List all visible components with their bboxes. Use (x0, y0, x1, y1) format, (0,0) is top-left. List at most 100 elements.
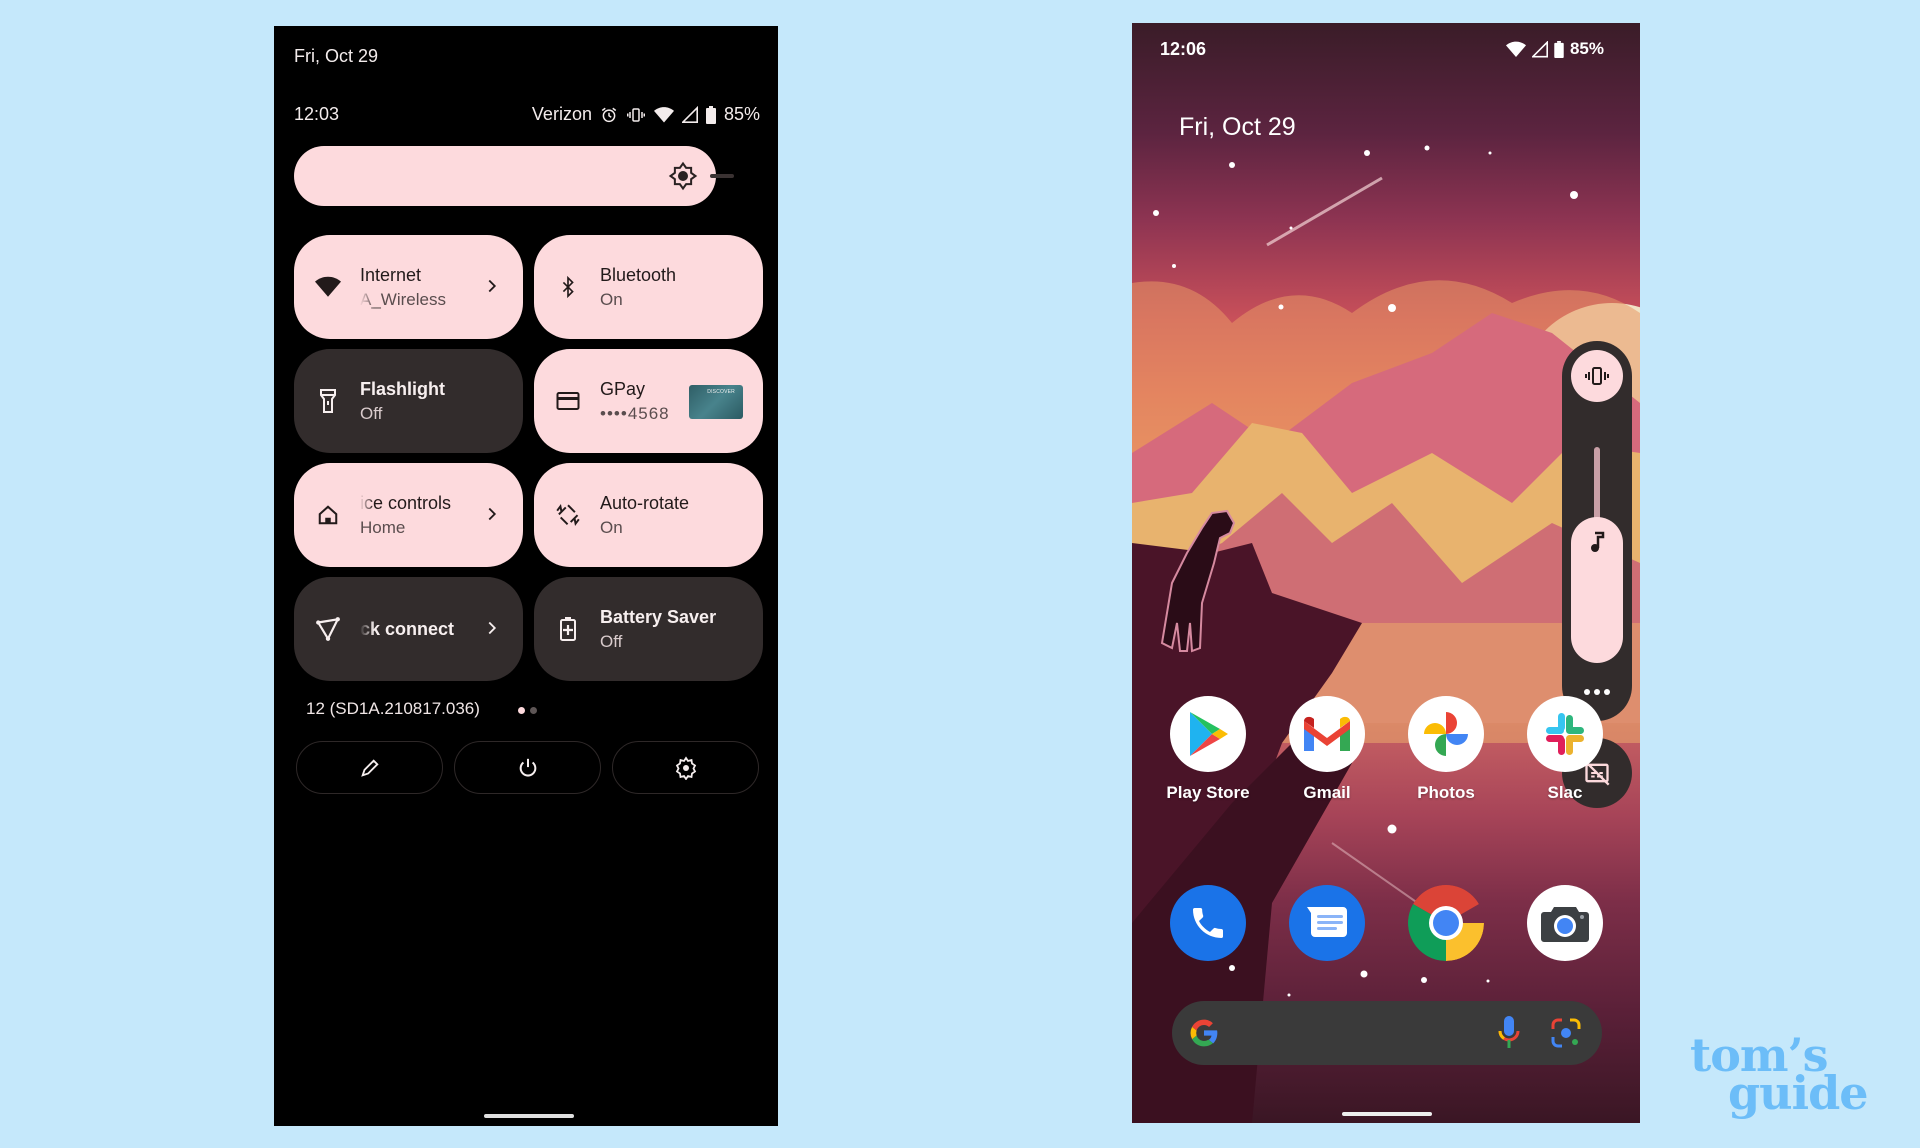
app-slack[interactable]: Slac (1527, 696, 1603, 803)
tile-sub: On (600, 517, 623, 537)
vibrate-icon (1585, 367, 1609, 385)
at-a-glance-date[interactable]: Fri, Oct 29 (1179, 113, 1296, 142)
tile-quick-connect[interactable]: ck connect (294, 577, 523, 681)
tile-label: ice controls (360, 492, 452, 513)
page-dot-2 (530, 707, 537, 714)
brightness-icon (668, 161, 698, 191)
app-label: Slac (1547, 783, 1583, 802)
gesture-nav-handle[interactable] (484, 1114, 574, 1118)
gesture-nav-handle[interactable] (1342, 1112, 1432, 1116)
chevron-right-icon (488, 507, 497, 521)
tile-bluetooth[interactable]: Bluetooth On (534, 235, 763, 339)
tile-label: Flashlight (360, 378, 445, 399)
app-chrome[interactable] (1408, 885, 1484, 961)
play-store-icon (1170, 696, 1246, 772)
home-icon (314, 501, 342, 529)
page-dot-1 (518, 707, 525, 714)
qs-footer (296, 741, 759, 794)
battery-icon (1554, 40, 1564, 58)
toms-guide-logo: tom’s guide (1690, 1032, 1890, 1120)
media-volume-slider[interactable] (1571, 517, 1623, 663)
qs-status-bar: Verizon 85% (532, 104, 760, 125)
tile-label: GPay (600, 378, 646, 399)
tile-label: ck connect (360, 618, 455, 639)
photos-icon (1408, 696, 1484, 772)
cellular-signal-icon (681, 105, 698, 123)
power-icon (519, 758, 536, 776)
settings-icon (675, 755, 696, 780)
home-status-time: 12:06 (1160, 39, 1207, 59)
app-label: Photos (1417, 783, 1475, 802)
google-lens-icon[interactable] (1550, 1017, 1582, 1049)
tile-label: Internet (360, 264, 422, 285)
wifi-icon (314, 273, 342, 301)
dock (1170, 885, 1603, 961)
chevron-right-icon (488, 279, 497, 293)
flashlight-icon (314, 387, 342, 415)
edit-button[interactable] (296, 741, 443, 794)
brightness-track-remainder (710, 174, 734, 178)
cellular-signal-icon (1531, 40, 1548, 57)
qs-date: Fri, Oct 29 (294, 46, 379, 66)
tile-label: Bluetooth (600, 264, 677, 285)
gmail-icon (1289, 696, 1365, 772)
volume-panel (1562, 341, 1632, 721)
app-play-store[interactable]: Play Store (1166, 696, 1250, 803)
card-mask: •••• (600, 403, 628, 423)
logo-line2: guide (1728, 1066, 1869, 1120)
build-number[interactable]: 12 (SD1A.210817.036) (306, 699, 480, 719)
chrome-icon (1408, 885, 1484, 961)
wallpaper-meteor (1266, 176, 1383, 247)
app-phone[interactable] (1170, 885, 1246, 961)
tile-gpay[interactable]: GPay ••••4568 DISCOVER (534, 349, 763, 453)
card-last4: 4568 (627, 403, 670, 423)
quick-settings-tiles: Internet A_Wireless Bluetooth On Flashligh… (294, 235, 764, 681)
ringer-mode-button[interactable] (1571, 350, 1623, 402)
app-camera[interactable] (1527, 885, 1603, 961)
quick-settings-screen: Fri, Oct 29 12:03 Verizon 85% Internet A_… (274, 26, 778, 1126)
phone-icon (1170, 885, 1246, 961)
wifi-icon (653, 106, 674, 122)
vibrate-icon (626, 107, 645, 122)
brightness-slider[interactable] (294, 146, 716, 206)
battery-saver-icon (554, 615, 582, 643)
battery-icon (705, 105, 716, 124)
settings-button[interactable] (612, 741, 759, 794)
tile-label: Auto-rotate (600, 492, 690, 513)
home-screen: 12:06 85% Fri, Oct 29 Play Store Gmail P… (1132, 23, 1640, 1123)
tile-internet[interactable]: Internet A_Wireless (294, 235, 523, 339)
music-note-icon (1591, 531, 1605, 552)
power-button[interactable] (454, 741, 601, 794)
tile-label: Battery Saver (600, 606, 717, 627)
app-photos[interactable]: Photos (1408, 696, 1484, 803)
card-thumbnail: DISCOVER (689, 385, 743, 419)
google-g-icon (1190, 1019, 1218, 1047)
battery-percent: 85% (723, 104, 760, 124)
edit-icon (360, 758, 379, 777)
tile-battery-saver[interactable]: Battery Saver Off (534, 577, 763, 681)
app-messages[interactable] (1289, 885, 1365, 961)
auto-rotate-icon (554, 501, 582, 529)
tile-sub: On (600, 289, 623, 309)
tile-sub: A_Wireless (360, 289, 446, 309)
bluetooth-icon (554, 273, 582, 301)
camera-icon (1527, 885, 1603, 961)
tile-flashlight[interactable]: Flashlight Off (294, 349, 523, 453)
app-label: Play Store (1166, 783, 1250, 802)
card-brand: DISCOVER (707, 389, 735, 395)
microphone-icon[interactable] (1498, 1015, 1520, 1051)
qs-time: 12:03 (294, 104, 340, 124)
tile-sub: Home (360, 517, 406, 537)
google-search-bar[interactable] (1172, 1001, 1602, 1065)
battery-percent: 85% (1569, 39, 1604, 58)
tile-device-controls[interactable]: ice controls Home (294, 463, 523, 567)
slack-icon (1527, 696, 1603, 772)
app-gmail[interactable]: Gmail (1289, 696, 1365, 803)
tile-auto-rotate[interactable]: Auto-rotate On (534, 463, 763, 567)
page-indicator (518, 707, 537, 714)
nearby-share-icon (314, 615, 342, 643)
wifi-icon (1505, 41, 1526, 57)
home-status-bar: 85% (1505, 39, 1604, 59)
credit-card-icon (554, 387, 582, 415)
app-label: Gmail (1303, 783, 1351, 802)
